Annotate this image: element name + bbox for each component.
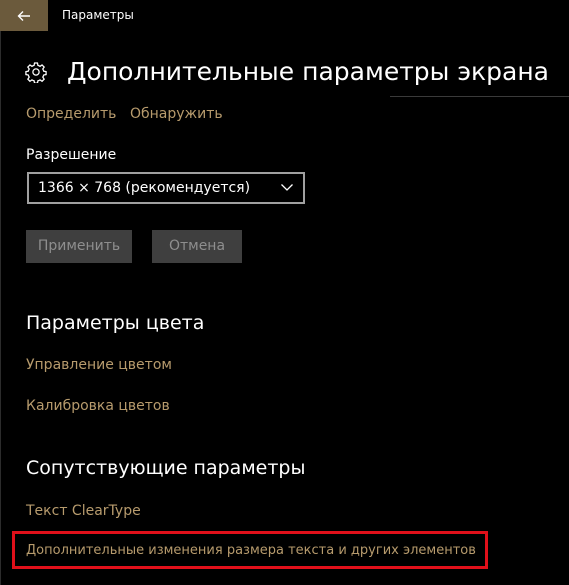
- highlight-annotation: [12, 531, 488, 569]
- arrow-left-icon: [17, 10, 30, 21]
- title-bar: Параметры: [0, 0, 569, 31]
- resolution-value: 1366 × 768 (рекомендуется): [38, 180, 251, 196]
- color-calibration-link[interactable]: Калибровка цветов: [26, 397, 170, 415]
- chevron-down-icon: [281, 184, 293, 191]
- app-title: Параметры: [62, 8, 134, 22]
- back-button[interactable]: [0, 0, 48, 31]
- settings-window: Параметры Дополнительные параметры экран…: [0, 0, 569, 585]
- color-section-title: Параметры цвета: [26, 312, 205, 334]
- resolution-label: Разрешение: [26, 147, 117, 163]
- related-section-title: Сопутствующие параметры: [26, 457, 306, 479]
- page-title: Дополнительные параметры экрана: [67, 57, 549, 86]
- resolution-dropdown[interactable]: 1366 × 768 (рекомендуется): [27, 172, 305, 204]
- cleartype-link[interactable]: Текст ClearType: [26, 502, 141, 520]
- identify-link[interactable]: Определить: [26, 105, 116, 123]
- detect-link[interactable]: Обнаружить: [130, 105, 223, 123]
- header-divider: [390, 96, 569, 97]
- cancel-button[interactable]: Отмена: [152, 230, 242, 263]
- apply-button[interactable]: Применить: [26, 230, 132, 263]
- window-left-border: [0, 31, 1, 585]
- color-management-link[interactable]: Управление цветом: [26, 356, 172, 374]
- gear-icon: [25, 62, 47, 83]
